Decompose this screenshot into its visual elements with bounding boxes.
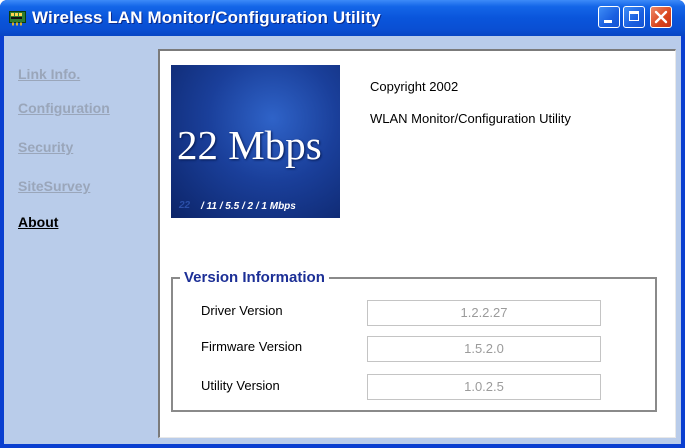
logo-subline: / 11 / 5.5 / 2 / 1 Mbps <box>201 201 296 212</box>
firmware-version-field[interactable]: 1.5.2.0 <box>367 336 601 362</box>
app-window: Wireless LAN Monitor/Configuration Utili… <box>0 0 685 448</box>
title-bar[interactable]: Wireless LAN Monitor/Configuration Utili… <box>0 0 685 36</box>
driver-version-label: Driver Version <box>201 303 283 318</box>
sidebar-item-link-info[interactable]: Link Info. <box>18 66 80 82</box>
client-area: Link Info. Configuration Security SiteSu… <box>4 36 681 444</box>
maximize-button[interactable] <box>623 6 645 28</box>
sidebar-item-security[interactable]: Security <box>18 139 73 155</box>
close-button[interactable] <box>650 6 672 28</box>
sidebar-item-about[interactable]: About <box>18 214 58 230</box>
minimize-button[interactable] <box>598 6 620 28</box>
logo-headline: 22 Mbps <box>177 122 322 168</box>
utility-version-label: Utility Version <box>201 378 280 393</box>
copyright-text: Copyright 2002 <box>370 79 459 94</box>
sidebar-item-sitesurvey[interactable]: SiteSurvey <box>18 178 90 194</box>
network-card-icon <box>9 9 26 26</box>
driver-version-field[interactable]: 1.2.2.27 <box>367 300 601 326</box>
about-panel: 22 Mbps 22 / 11 / 5.5 / 2 / 1 Mbps Copyr… <box>158 49 676 438</box>
version-information-group: Version Information Driver Version 1.2.2… <box>171 269 657 412</box>
sidebar-item-configuration[interactable]: Configuration <box>18 100 110 116</box>
version-group-title: Version Information <box>180 269 329 286</box>
product-name: WLAN Monitor/Configuration Utility <box>370 111 571 126</box>
utility-version-field[interactable]: 1.0.2.5 <box>367 374 601 400</box>
sidebar: Link Info. Configuration Security SiteSu… <box>4 36 156 444</box>
logo-ghost-text: 22 <box>179 200 191 211</box>
maximize-icon <box>629 11 639 21</box>
speed-logo: 22 Mbps 22 / 11 / 5.5 / 2 / 1 Mbps <box>171 65 340 218</box>
minimize-icon <box>604 20 612 23</box>
firmware-version-label: Firmware Version <box>201 339 303 354</box>
window-title: Wireless LAN Monitor/Configuration Utili… <box>32 8 381 27</box>
